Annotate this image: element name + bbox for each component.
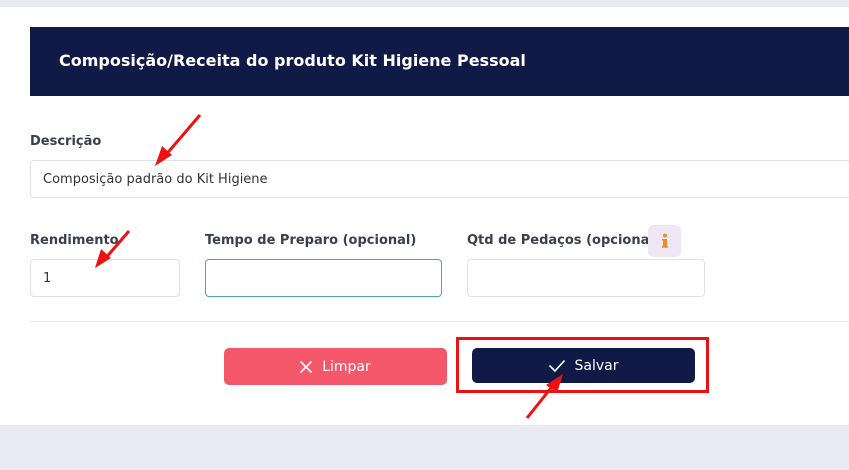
annotation-arrows xyxy=(95,114,563,419)
arrow-descricao xyxy=(155,114,202,166)
arrow-save xyxy=(525,374,563,419)
arrow-rendimento xyxy=(95,230,131,268)
